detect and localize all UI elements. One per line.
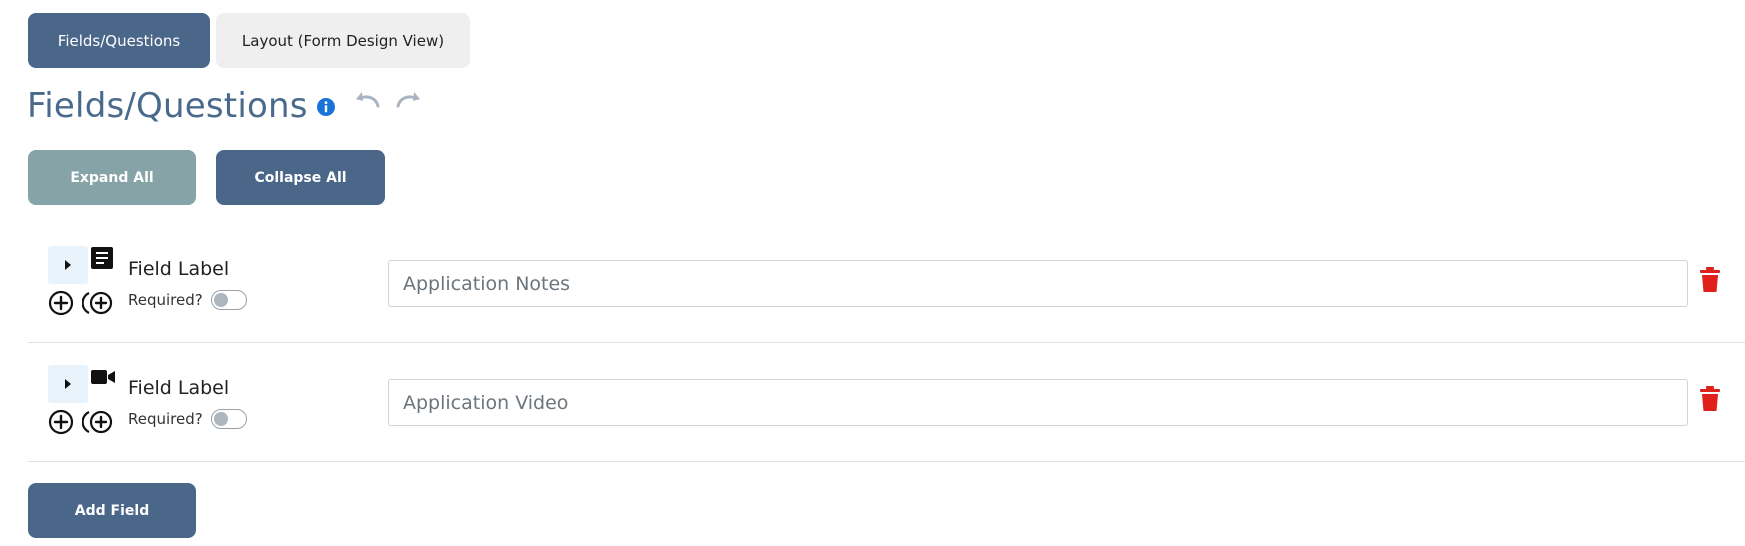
field-label: Field Label (128, 377, 230, 399)
trash-icon[interactable] (1698, 266, 1722, 294)
required-label: Required? (128, 410, 203, 428)
add-field-after-icon[interactable] (81, 409, 114, 435)
view-tabs: Fields/Questions Layout (Form Design Vie… (28, 13, 470, 68)
tab-fields-questions[interactable]: Fields/Questions (28, 13, 210, 68)
redo-icon[interactable] (392, 88, 424, 112)
field-label: Field Label (128, 258, 230, 280)
caret-right-icon (65, 260, 71, 270)
add-field-button[interactable]: Add Field (28, 483, 196, 538)
add-field-icon[interactable] (48, 409, 74, 435)
page-title: Fields/Questions (27, 86, 308, 126)
collapse-all-button[interactable]: Collapse All (216, 150, 385, 205)
switch-knob (214, 412, 228, 426)
expand-all-button[interactable]: Expand All (28, 150, 196, 205)
switch-knob (214, 293, 228, 307)
field-row: Field Label Required? (28, 343, 1745, 462)
required-switch[interactable] (211, 290, 247, 310)
caret-right-icon (65, 379, 71, 389)
add-field-icon[interactable] (48, 290, 74, 316)
heading-row: Fields/Questions (27, 86, 424, 126)
required-label: Required? (128, 291, 203, 309)
field-label-input[interactable] (388, 379, 1688, 426)
undo-icon[interactable] (352, 88, 384, 112)
required-switch[interactable] (211, 409, 247, 429)
field-label-input[interactable] (388, 260, 1688, 307)
expand-field-toggle[interactable] (48, 246, 88, 284)
tab-layout-form-design-view[interactable]: Layout (Form Design View) (216, 13, 470, 68)
expand-field-toggle[interactable] (48, 365, 88, 403)
field-row: Field Label Required? (28, 224, 1745, 343)
trash-icon[interactable] (1698, 385, 1722, 413)
video-camera-icon (90, 365, 116, 391)
info-circle-icon[interactable] (316, 97, 336, 117)
document-text-icon (90, 246, 116, 272)
add-field-after-icon[interactable] (81, 290, 114, 316)
